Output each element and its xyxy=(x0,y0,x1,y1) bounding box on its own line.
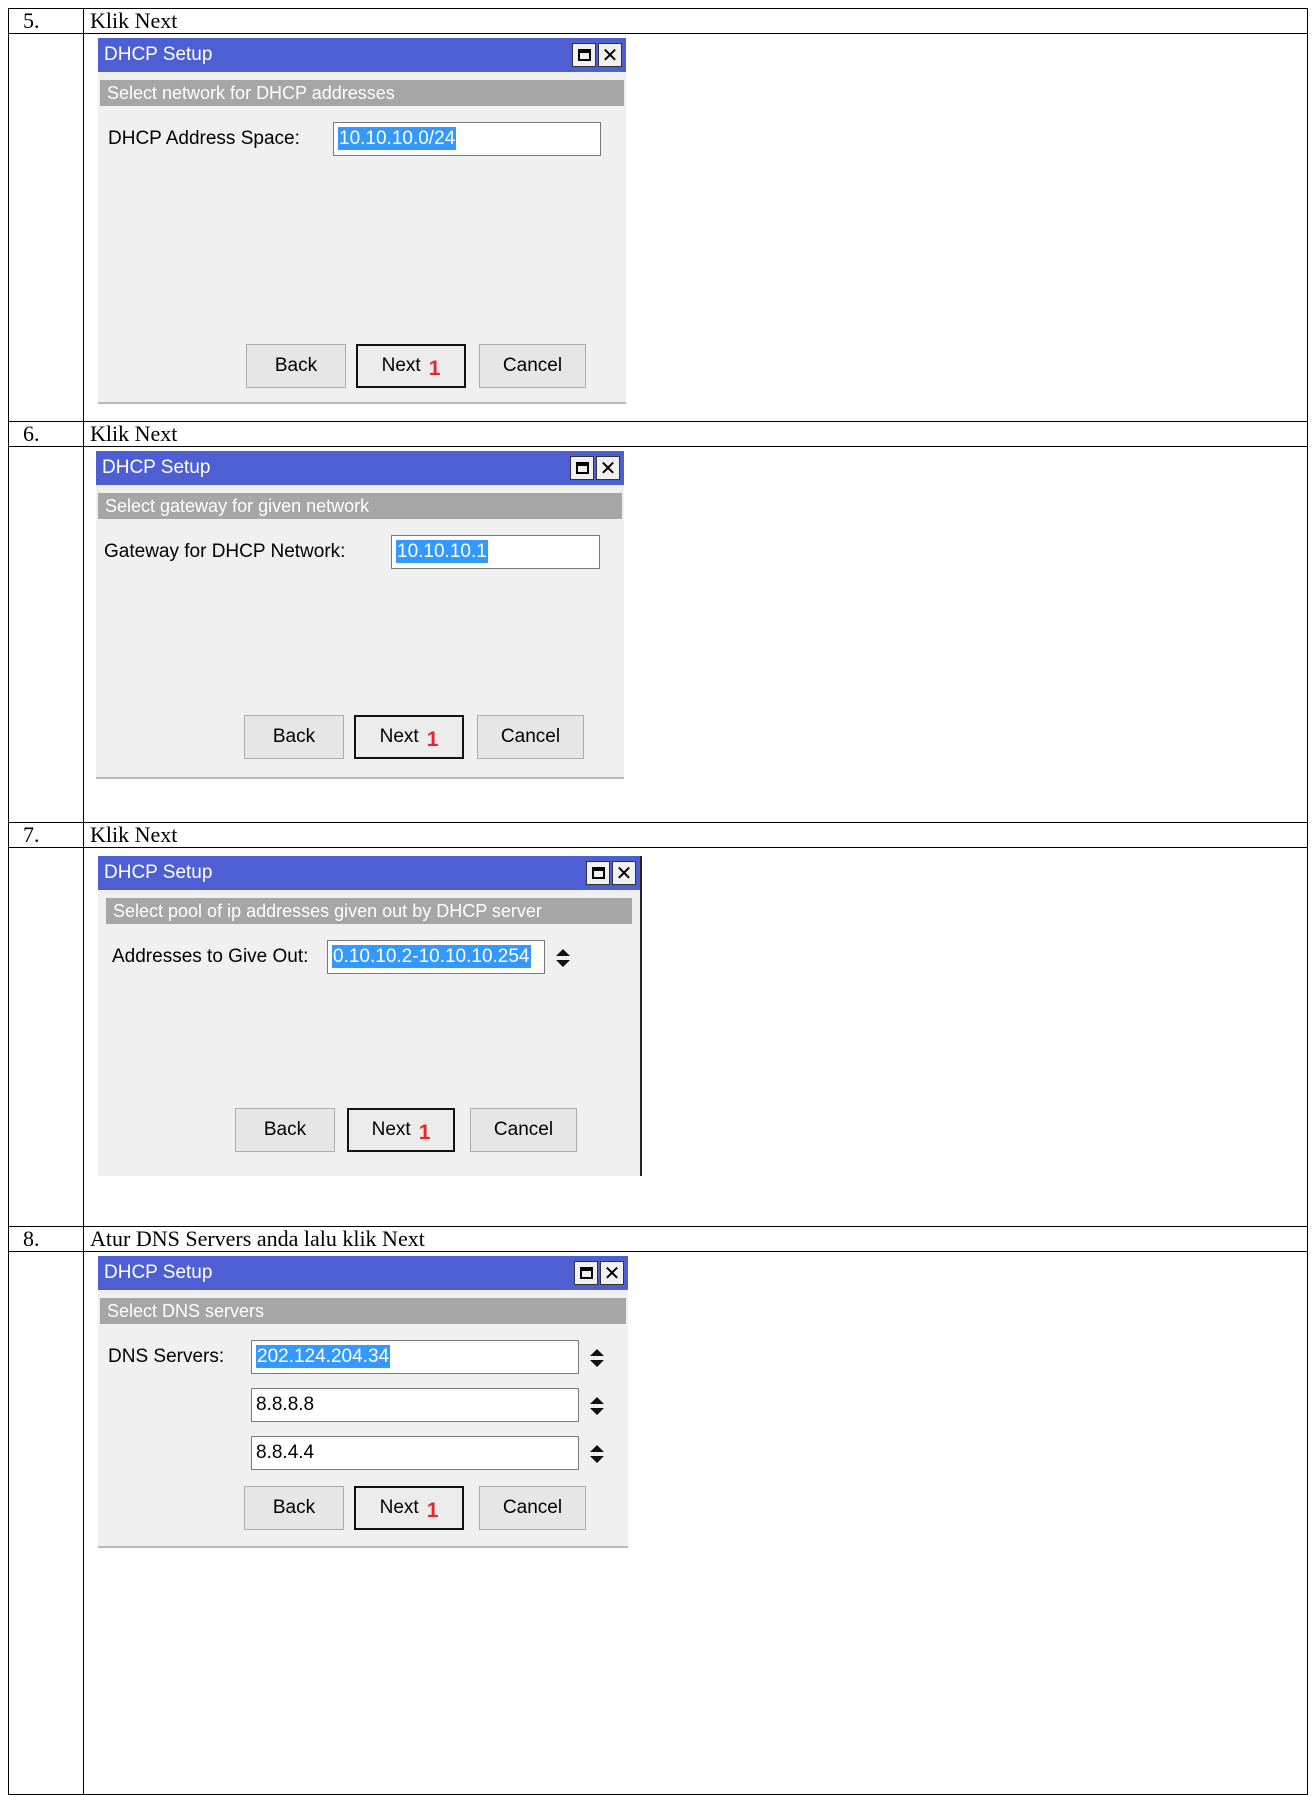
step-marker: 1 xyxy=(426,728,439,751)
step-header-row: 5. Klik Next xyxy=(8,8,1308,34)
step-screenshot-row: DHCP Setup ✕ Select gateway for given ne… xyxy=(8,446,1308,823)
next-button[interactable]: Next 1 xyxy=(354,1486,464,1530)
up-down-arrows-icon[interactable] xyxy=(554,947,572,969)
dialog-titlebar: DHCP Setup ✕ xyxy=(96,451,624,485)
section-header: Select DNS servers xyxy=(100,1298,626,1324)
dialog-title: DHCP Setup xyxy=(104,862,213,883)
back-button[interactable]: Back xyxy=(244,715,344,759)
next-button[interactable]: Next 1 xyxy=(356,344,466,388)
step-number: 8. xyxy=(8,1226,84,1252)
up-down-arrows-icon[interactable] xyxy=(588,1443,606,1465)
step-instruction: Atur DNS Servers anda lalu klik Next xyxy=(83,1226,1308,1252)
step-number: 5. xyxy=(8,8,84,34)
field-label: DHCP Address Space: xyxy=(108,128,300,149)
dhcp-address-space-input[interactable]: 10.10.10.0/24 xyxy=(333,122,601,156)
maximize-icon[interactable] xyxy=(572,43,596,67)
step-marker: 1 xyxy=(418,1121,431,1144)
dialog-title: DHCP Setup xyxy=(104,44,213,65)
up-down-arrows-icon[interactable] xyxy=(588,1395,606,1417)
screenshot-cell: DHCP Setup ✕ Select pool of ip addresses… xyxy=(83,847,1308,1227)
dialog-title: DHCP Setup xyxy=(104,1262,213,1283)
dhcp-setup-dialog: DHCP Setup ✕ Select gateway for given ne… xyxy=(96,451,624,779)
dialog-titlebar: DHCP Setup ✕ xyxy=(98,856,640,890)
step-marker: 1 xyxy=(428,357,441,380)
step-number: 7. xyxy=(8,822,84,848)
addresses-input[interactable]: 0.10.10.2-10.10.10.254 xyxy=(327,940,545,974)
dhcp-setup-dialog: DHCP Setup ✕ Select DNS servers DNS Serv… xyxy=(98,1256,628,1548)
section-header: Select pool of ip addresses given out by… xyxy=(106,898,632,924)
step-instruction: Klik Next xyxy=(83,421,1308,447)
step-number: 6. xyxy=(8,421,84,447)
dialog-titlebar: DHCP Setup ✕ xyxy=(98,1256,628,1290)
step-screenshot-row: DHCP Setup ✕ Select DNS servers DNS Serv… xyxy=(8,1251,1308,1795)
step-number-spacer xyxy=(8,33,84,422)
dns-server-1-input[interactable]: 202.124.204.34 xyxy=(251,1340,579,1374)
screenshot-cell: DHCP Setup ✕ Select gateway for given ne… xyxy=(83,446,1308,823)
cancel-button[interactable]: Cancel xyxy=(477,715,584,759)
tutorial-table: 5. Klik Next DHCP Setup ✕ Select network… xyxy=(8,8,1308,1795)
step-marker: 1 xyxy=(426,1499,439,1522)
step-header-row: 7. Klik Next xyxy=(8,822,1308,848)
cancel-button[interactable]: Cancel xyxy=(479,344,586,388)
back-button[interactable]: Back xyxy=(235,1108,335,1152)
step-instruction: Klik Next xyxy=(83,8,1308,34)
step-screenshot-row: DHCP Setup ✕ Select pool of ip addresses… xyxy=(8,847,1308,1227)
step-number-spacer xyxy=(8,847,84,1227)
maximize-icon[interactable] xyxy=(570,456,594,480)
field-label: Gateway for DHCP Network: xyxy=(104,541,346,562)
next-button[interactable]: Next 1 xyxy=(354,715,464,759)
close-icon[interactable]: ✕ xyxy=(600,1261,624,1285)
close-icon[interactable]: ✕ xyxy=(612,861,636,885)
step-number-spacer xyxy=(8,446,84,823)
dhcp-setup-dialog: DHCP Setup ✕ Select pool of ip addresses… xyxy=(98,856,642,1176)
step-instruction: Klik Next xyxy=(83,822,1308,848)
cancel-button[interactable]: Cancel xyxy=(470,1108,577,1152)
section-header: Select network for DHCP addresses xyxy=(100,80,624,106)
gateway-input[interactable]: 10.10.10.1 xyxy=(391,535,600,569)
up-down-arrows-icon[interactable] xyxy=(588,1347,606,1369)
dns-server-3-input[interactable]: 8.8.4.4 xyxy=(251,1436,579,1470)
field-label: DNS Servers: xyxy=(108,1346,225,1367)
maximize-icon[interactable] xyxy=(574,1261,598,1285)
step-header-row: 6. Klik Next xyxy=(8,421,1308,447)
back-button[interactable]: Back xyxy=(244,1486,344,1530)
close-icon[interactable]: ✕ xyxy=(598,43,622,67)
cancel-button[interactable]: Cancel xyxy=(479,1486,586,1530)
dhcp-setup-dialog: DHCP Setup ✕ Select network for DHCP add… xyxy=(98,38,626,404)
step-header-row: 8. Atur DNS Servers anda lalu klik Next xyxy=(8,1226,1308,1252)
maximize-icon[interactable] xyxy=(586,861,610,885)
next-button[interactable]: Next 1 xyxy=(347,1108,455,1152)
step-number-spacer xyxy=(8,1251,84,1795)
section-header: Select gateway for given network xyxy=(98,493,622,519)
back-button[interactable]: Back xyxy=(246,344,346,388)
screenshot-cell: DHCP Setup ✕ Select DNS servers DNS Serv… xyxy=(83,1251,1308,1795)
dialog-title: DHCP Setup xyxy=(102,457,211,478)
close-icon[interactable]: ✕ xyxy=(596,456,620,480)
field-label: Addresses to Give Out: xyxy=(112,946,309,967)
step-screenshot-row: DHCP Setup ✕ Select network for DHCP add… xyxy=(8,33,1308,422)
dialog-titlebar: DHCP Setup ✕ xyxy=(98,38,626,72)
dns-server-2-input[interactable]: 8.8.8.8 xyxy=(251,1388,579,1422)
screenshot-cell: DHCP Setup ✕ Select network for DHCP add… xyxy=(83,33,1308,422)
